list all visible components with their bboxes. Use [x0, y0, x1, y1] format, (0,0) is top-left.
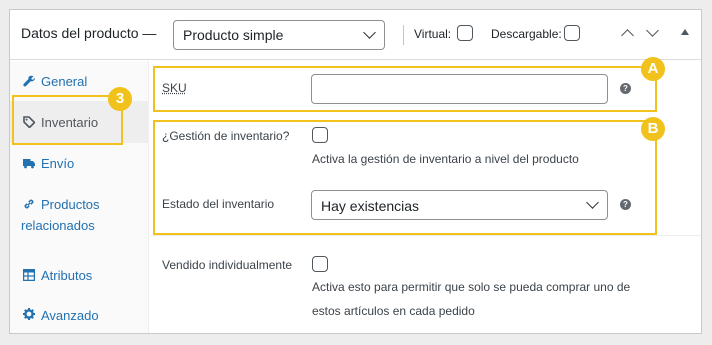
product-type-select[interactable]: Producto simple	[173, 20, 385, 50]
wrench-icon	[23, 75, 35, 87]
inventory-highlight-box	[153, 120, 657, 235]
callout-badge-a: A	[641, 57, 665, 81]
tab-atributos-label: Atributos	[41, 268, 93, 283]
downloadable-label: Descargable:	[491, 27, 562, 41]
tab-envio-label: Envío	[41, 156, 75, 171]
callout-badge-3: 3	[108, 87, 132, 111]
downloadable-checkbox[interactable]	[564, 25, 580, 41]
inventario-highlight-box	[12, 95, 123, 145]
sold-individually-description-1: Activa esto para permitir que solo se pu…	[312, 280, 631, 294]
sku-highlight-box	[153, 66, 657, 112]
table-icon	[22, 268, 36, 282]
virtual-label: Virtual:	[414, 27, 452, 41]
tab-atributos[interactable]: Atributos	[10, 255, 149, 295]
tab-productos-relacionados[interactable]: Productos relacionados	[10, 183, 149, 245]
sold-individually-label: Vendido individualmente	[162, 258, 293, 272]
tab-avanzado-label: Avanzado	[41, 308, 99, 323]
gear-icon	[23, 308, 35, 320]
tab-productos-label: Productos	[41, 197, 100, 212]
callout-badge-b: B	[641, 117, 665, 141]
move-down-icon[interactable]	[645, 26, 661, 40]
section-divider	[150, 235, 701, 236]
truck-icon	[23, 157, 35, 169]
panel-header: Datos del producto — Producto simple Vir…	[10, 10, 701, 60]
collapse-toggle-icon[interactable]	[681, 29, 689, 35]
header-separator	[403, 25, 404, 45]
product-type-value: Producto simple	[183, 27, 284, 43]
sold-individually-description-2: estos artículos en cada pedido	[312, 304, 475, 318]
link-icon	[23, 198, 35, 210]
tab-relacionados-label: relacionados	[21, 218, 95, 233]
tab-general-label: General	[41, 74, 88, 89]
tab-avanzado[interactable]: Avanzado	[10, 295, 149, 335]
tab-envio[interactable]: Envío	[10, 143, 149, 183]
panel-title: Datos del producto —	[21, 25, 157, 41]
move-up-icon[interactable]	[620, 26, 636, 40]
chevron-down-icon	[363, 26, 376, 39]
sold-individually-checkbox[interactable]	[312, 256, 328, 272]
virtual-checkbox[interactable]	[457, 25, 473, 41]
